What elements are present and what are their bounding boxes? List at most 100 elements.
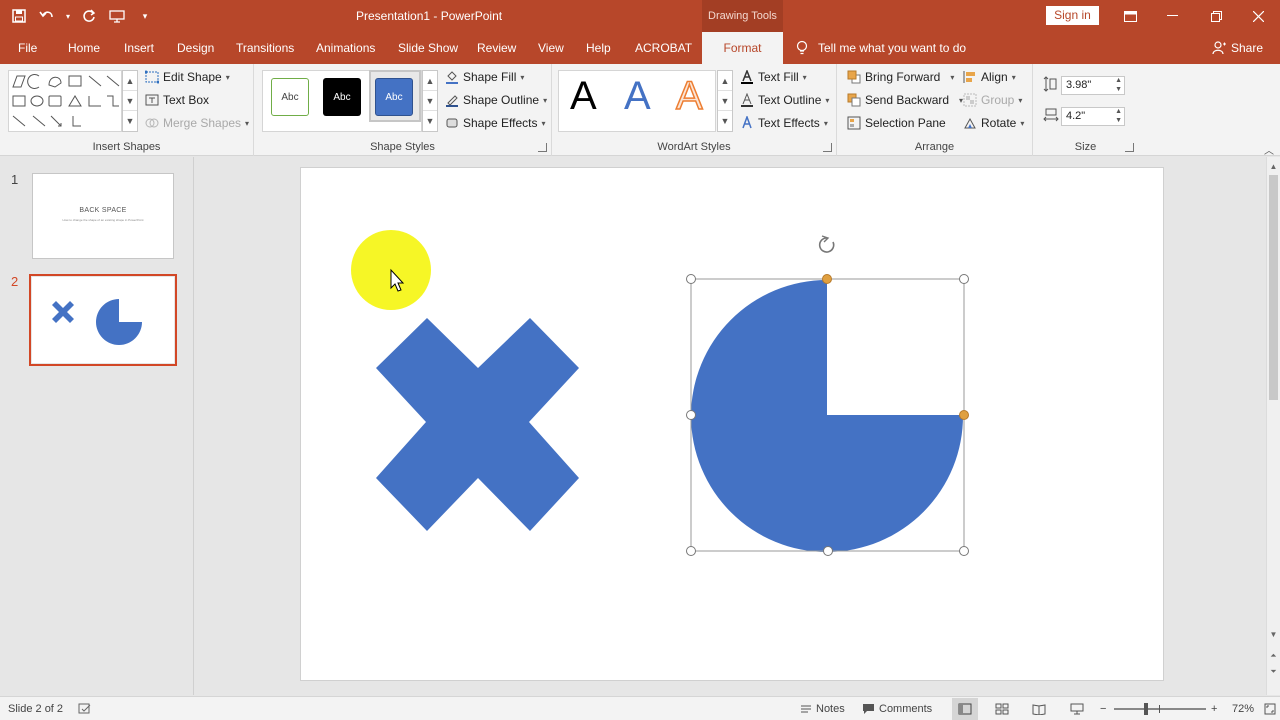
tab-home[interactable]: Home xyxy=(68,32,100,64)
zoom-slider[interactable] xyxy=(1114,697,1206,720)
tab-acrobat[interactable]: ACROBAT xyxy=(635,32,692,64)
tab-help[interactable]: Help xyxy=(586,32,611,64)
rotate-button[interactable]: Rotate ▾ xyxy=(963,116,1024,130)
height-spinner-icon[interactable]: ▲ ▼ xyxy=(1115,76,1122,94)
save-icon[interactable] xyxy=(8,5,30,27)
restore-icon[interactable] xyxy=(1194,0,1238,32)
slide-thumbnail-2[interactable] xyxy=(29,274,177,366)
slide-thumbnail-1[interactable]: BACK SPACE How to change the shape of an… xyxy=(32,173,174,259)
sign-in-button[interactable]: Sign in xyxy=(1046,6,1099,25)
tab-design[interactable]: Design xyxy=(177,32,214,64)
ribbon-display-options-icon[interactable] xyxy=(1108,0,1152,32)
close-icon[interactable] xyxy=(1236,0,1280,32)
start-from-beginning-icon[interactable] xyxy=(106,5,128,27)
more-wordart-icon[interactable]: ▼ xyxy=(718,111,732,131)
shape-style-fill-black[interactable]: Abc xyxy=(323,78,361,116)
tab-slide-show[interactable]: Slide Show xyxy=(398,32,458,64)
undo-dropdown-icon[interactable]: ▾ xyxy=(64,5,72,27)
scroll-up-icon[interactable]: ▲ xyxy=(123,71,137,91)
scroll-thumb[interactable] xyxy=(1269,175,1278,400)
scroll-up-icon[interactable]: ▲ xyxy=(423,71,437,91)
reading-view-button[interactable] xyxy=(1032,697,1046,720)
text-effects-icon xyxy=(742,116,752,129)
scroll-up-arrow-icon[interactable]: ▲ xyxy=(1267,159,1280,173)
fit-slide-icon[interactable] xyxy=(1264,697,1276,720)
shape-outline-button[interactable]: Shape Outline ▾ xyxy=(445,93,547,107)
dropdown-caret-icon: ▾ xyxy=(245,118,250,128)
minimize-icon[interactable] xyxy=(1150,0,1194,32)
shape-style-outline-green[interactable]: Abc xyxy=(271,78,309,116)
text-box-button[interactable]: Text Box xyxy=(145,93,209,107)
send-backward-button[interactable]: Send Backward ▾ xyxy=(847,93,963,107)
zoom-out-icon[interactable]: − xyxy=(1100,697,1106,720)
thumb-x-shape xyxy=(52,301,74,323)
wordart-style-black[interactable]: A xyxy=(570,74,597,119)
share-label: Share xyxy=(1231,41,1264,55)
shape-height-input[interactable]: 3.98" ▲ ▼ xyxy=(1061,76,1125,95)
wordart-styles-launcher-icon[interactable] xyxy=(823,143,832,152)
bring-forward-button[interactable]: Bring Forward ▾ xyxy=(847,70,954,84)
tab-view[interactable]: View xyxy=(538,32,564,64)
share-button[interactable]: Share xyxy=(1212,32,1263,64)
width-spinner-icon[interactable]: ▲ ▼ xyxy=(1115,107,1122,125)
zoom-slider-thumb[interactable] xyxy=(1144,703,1148,715)
accessibility-check-icon[interactable] xyxy=(78,697,92,720)
zoom-level[interactable]: 72% xyxy=(1232,697,1254,720)
shape-effects-button[interactable]: Shape Effects ▾ xyxy=(445,116,546,130)
size-launcher-icon[interactable] xyxy=(1125,143,1134,152)
wordart-gallery-scroll[interactable]: ▲ ▼ ▼ xyxy=(717,70,733,132)
scroll-down-icon[interactable]: ▼ xyxy=(423,91,437,111)
tab-review[interactable]: Review xyxy=(477,32,516,64)
selection-pane-button[interactable]: Selection Pane xyxy=(847,116,946,130)
scroll-down-icon[interactable]: ▼ xyxy=(123,91,137,111)
wordart-styles-group: A A A ▲ ▼ ▼ Text Fill ▾ Text Outline ▾ Tex… xyxy=(552,64,837,156)
scroll-down-icon[interactable]: ▼ xyxy=(718,91,732,111)
align-button[interactable]: Align ▾ xyxy=(963,70,1016,84)
wordart-style-orange-outline[interactable]: A xyxy=(675,73,703,119)
customize-toolbar-icon[interactable]: ▾ xyxy=(134,5,156,27)
dropdown-caret-icon: ▾ xyxy=(825,95,830,105)
previous-slide-icon[interactable]: ⏶ xyxy=(1267,649,1280,663)
current-slide[interactable] xyxy=(300,167,1164,681)
resize-handle-bottom-left xyxy=(686,546,696,556)
group-button[interactable]: Group ▾ xyxy=(963,93,1022,107)
tab-animations[interactable]: Animations xyxy=(316,32,375,64)
tab-insert[interactable]: Insert xyxy=(124,32,154,64)
text-fill-button[interactable]: Text Fill ▾ xyxy=(740,70,807,84)
wordart-style-blue[interactable]: A xyxy=(624,74,651,119)
next-slide-icon[interactable]: ⏷ xyxy=(1267,665,1280,679)
shape-styles-launcher-icon[interactable] xyxy=(538,143,547,152)
shape-style-fill-blue[interactable]: Abc xyxy=(375,78,413,116)
resize-handle-bottom-right xyxy=(959,546,969,556)
slide-sorter-view-button[interactable] xyxy=(995,697,1009,720)
shape-width-input[interactable]: 4.2" ▲ ▼ xyxy=(1061,107,1125,126)
slide-thumbnails-pane: 1 BACK SPACE How to change the shape of … xyxy=(0,157,194,695)
normal-view-button[interactable] xyxy=(952,698,978,720)
shape-fill-button[interactable]: Shape Fill ▾ xyxy=(445,70,524,84)
tab-format[interactable]: Format xyxy=(702,32,783,64)
comments-button[interactable]: Comments xyxy=(862,697,932,720)
undo-icon[interactable] xyxy=(36,5,58,27)
shapes-gallery-scroll[interactable]: ▲ ▼ ▼ xyxy=(122,70,138,132)
scroll-up-icon[interactable]: ▲ xyxy=(718,71,732,91)
merge-shapes-button[interactable]: Merge Shapes ▾ xyxy=(145,116,249,130)
tab-transitions[interactable]: Transitions xyxy=(236,32,294,64)
zoom-in-icon[interactable]: + xyxy=(1211,697,1217,720)
slide-show-view-button[interactable] xyxy=(1070,697,1084,720)
notes-button[interactable]: Notes xyxy=(800,697,845,720)
collapse-ribbon-icon[interactable]: ︿ xyxy=(1264,142,1274,157)
redo-icon[interactable] xyxy=(78,5,100,27)
shape-styles-scroll[interactable]: ▲ ▼ ▼ xyxy=(422,70,438,132)
shapes-gallery[interactable] xyxy=(8,70,122,132)
more-styles-icon[interactable]: ▼ xyxy=(423,111,437,131)
scroll-down-arrow-icon[interactable]: ▼ xyxy=(1267,627,1280,641)
text-outline-button[interactable]: Text Outline ▾ xyxy=(740,93,829,107)
vertical-scrollbar[interactable]: ▲ ▼ ⏶ ⏷ xyxy=(1266,157,1280,695)
rotate-handle[interactable] xyxy=(818,235,835,253)
text-box-icon xyxy=(145,94,159,106)
more-shapes-icon[interactable]: ▼ xyxy=(123,111,137,131)
tell-me-search[interactable]: Tell me what you want to do xyxy=(796,32,966,64)
tab-file[interactable]: File xyxy=(18,32,37,64)
edit-shape-button[interactable]: Edit Shape ▾ xyxy=(145,70,230,84)
text-effects-button[interactable]: Text Effects ▾ xyxy=(740,116,828,130)
